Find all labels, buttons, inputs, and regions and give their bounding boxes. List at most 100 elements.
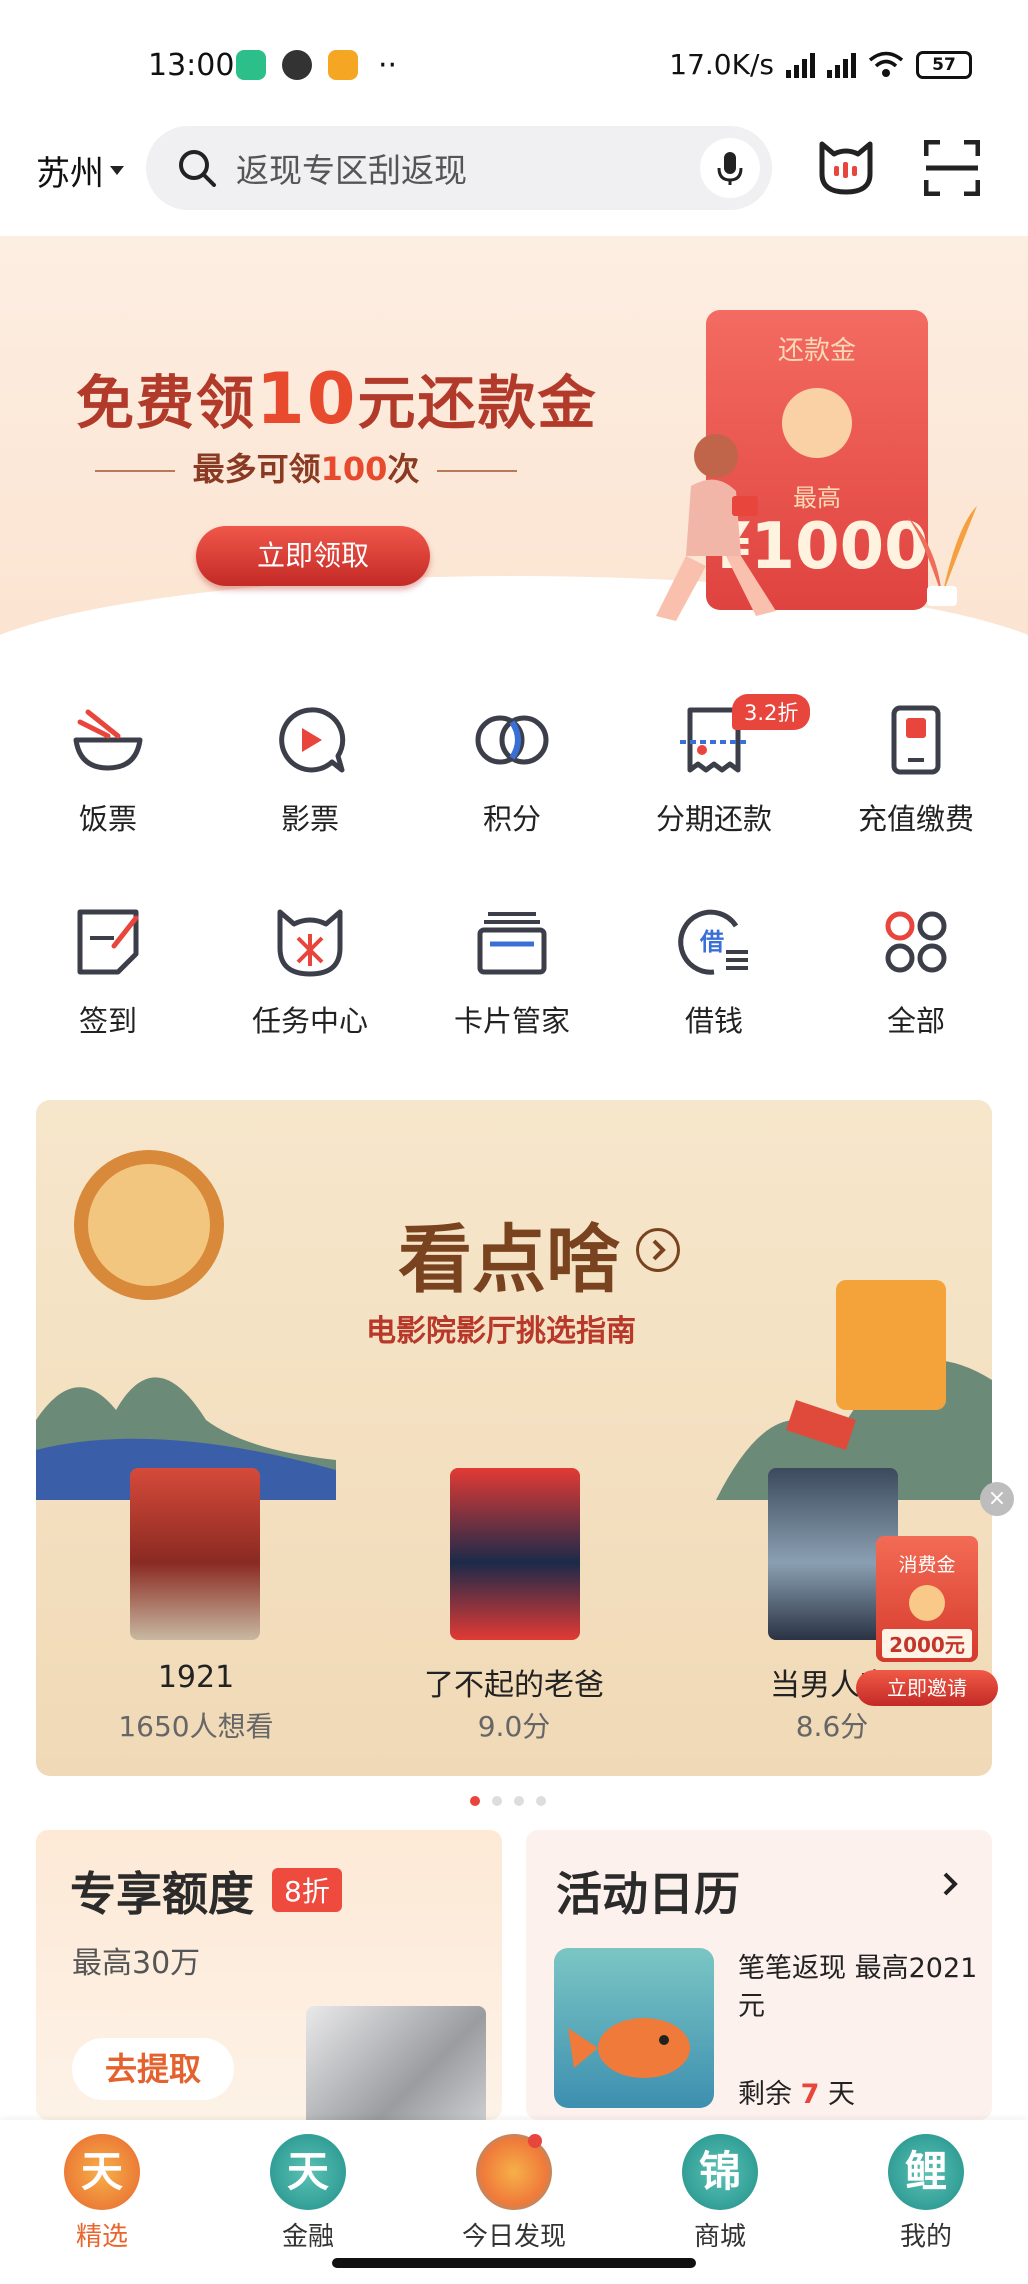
- grid-item-movie-ticket[interactable]: 影票: [210, 702, 410, 838]
- movie-name: 1921: [157, 1660, 235, 1695]
- movie-guide-title: 看点啥: [398, 1217, 620, 1303]
- grid-item-card-manager[interactable]: 卡片管家: [412, 904, 612, 1040]
- wifi-icon: [868, 51, 904, 77]
- search-placeholder: 返现专区刮返现: [236, 151, 467, 190]
- activity-calendar-card[interactable]: 活动日历 笔笔返现 最高2021元 剩余 7 天: [526, 1830, 992, 2120]
- grid-item-borrow[interactable]: 借 借钱: [614, 904, 814, 1040]
- quota-discount-badge: 8折: [272, 1868, 342, 1912]
- signal-icon: [786, 52, 815, 78]
- discover-tab-icon: [476, 2134, 552, 2210]
- poster-1921[interactable]: [130, 1468, 260, 1640]
- tab-label: 我的: [899, 2222, 952, 2252]
- quota-subtitle: 最高30万: [72, 1946, 201, 1981]
- tab-finance[interactable]: 天 金融: [238, 2134, 378, 2253]
- grid-item-top-up[interactable]: 充值缴费: [816, 702, 1016, 838]
- grid-label: 全部: [886, 1004, 945, 1038]
- grid-label: 签到: [78, 1004, 137, 1038]
- close-float-button[interactable]: ×: [980, 1482, 1014, 1516]
- plant-decoration: [907, 506, 977, 606]
- microphone-icon: [717, 152, 743, 185]
- calendar-title: 活动日历: [556, 1867, 740, 1921]
- cat-coin-icon: [782, 388, 852, 458]
- cards-icon: [477, 912, 547, 975]
- movie-name: 了不起的老爸: [424, 1668, 604, 1703]
- calendar-description: 笔笔返现 最高2021元: [738, 1953, 978, 2022]
- movie-guide-subtitle: 电影院影厅挑选指南: [366, 1314, 636, 1349]
- movie-guide-card[interactable]: 看点啥 电影院影厅挑选指南 1921 1650人想看 了不起的老爸 9.0分 当…: [36, 1100, 992, 1776]
- status-bar: 13:00 ·· 17.0K/s 57: [0, 0, 1028, 120]
- grid-label: 借钱: [684, 1004, 743, 1038]
- movie-meta: 8.6分: [795, 1710, 869, 1743]
- person-illustration: [656, 434, 776, 621]
- calendar-remaining: 剩余 7 天: [738, 2079, 855, 2110]
- city-label: 苏州: [36, 154, 104, 194]
- withdraw-button[interactable]: 去提取: [72, 2038, 234, 2100]
- mall-tab-icon: 锦: [682, 2134, 758, 2210]
- float-title: 消费金: [898, 1554, 956, 1576]
- battery-icon: 57: [916, 50, 972, 79]
- grid-label: 分期还款: [655, 802, 772, 836]
- all-apps-icon: [885, 911, 947, 973]
- carousel-indicator: [470, 1796, 546, 1806]
- tab-mine[interactable]: 鲤 我的: [856, 2134, 996, 2253]
- grid-label: 影票: [280, 802, 339, 836]
- phone-yuan-icon: [891, 705, 941, 775]
- city-selector[interactable]: 苏州: [36, 146, 124, 195]
- tab-label: 商城: [693, 2222, 746, 2252]
- float-consumer-credit[interactable]: 消费金 2000元: [876, 1536, 978, 1662]
- grid-item-points[interactable]: 积分: [412, 702, 612, 838]
- points-icon: [475, 715, 549, 765]
- credit-card-image: [306, 2006, 486, 2120]
- home-indicator[interactable]: [332, 2258, 696, 2268]
- grid-label: 任务中心: [251, 1004, 368, 1038]
- float-amount: 2000元: [882, 1629, 972, 1658]
- grid-label: 充值缴费: [857, 802, 974, 836]
- borrow-icon: 借: [678, 909, 748, 975]
- chevron-right-icon[interactable]: [936, 1866, 966, 1911]
- claim-now-button[interactable]: 立即领取: [196, 526, 430, 586]
- mine-tab-icon: 鲤: [888, 2134, 964, 2210]
- poster-great-dad[interactable]: [450, 1468, 580, 1640]
- grid-item-meal-ticket[interactable]: 饭票: [8, 702, 208, 838]
- coin-icon: [909, 1585, 945, 1621]
- caret-down-icon: [110, 166, 124, 175]
- grid-item-task-center[interactable]: 任务中心: [210, 904, 410, 1040]
- quota-title: 专享额度: [70, 1867, 254, 1921]
- cat-reward-icon: [277, 909, 343, 977]
- finance-tab-icon: 天: [270, 2134, 346, 2210]
- grid-item-all[interactable]: 全部: [816, 904, 1016, 1040]
- tab-featured[interactable]: 天 精选: [32, 2134, 172, 2253]
- svg-text:借: 借: [699, 928, 724, 956]
- mountain-illustration-right: [716, 1280, 992, 1500]
- grid-item-check-in[interactable]: 签到: [8, 904, 208, 1040]
- search-bar[interactable]: 返现专区刮返现: [146, 126, 772, 210]
- discount-badge: 3.2折: [732, 694, 811, 730]
- notes-app-icon: [328, 50, 358, 80]
- search-icon: [179, 150, 216, 187]
- featured-tab-icon: 天: [64, 2134, 140, 2210]
- tab-label: 精选: [75, 2222, 128, 2252]
- cat-assistant-icon[interactable]: [814, 134, 878, 198]
- grid-label: 卡片管家: [453, 1004, 570, 1038]
- net-speed: 17.0K/s: [669, 48, 774, 81]
- scan-icon[interactable]: [924, 140, 980, 196]
- arrow-right-icon[interactable]: [636, 1228, 680, 1272]
- tab-discover[interactable]: 今日发现: [444, 2134, 584, 2253]
- exclusive-quota-card[interactable]: 专享额度 8折 最高30万 去提取: [36, 1830, 502, 2120]
- tab-label: 金融: [281, 2222, 334, 2252]
- tab-mall[interactable]: 锦 商城: [650, 2134, 790, 2253]
- notification-dot: [528, 2134, 542, 2148]
- play-bubble-icon: [279, 707, 346, 773]
- invite-now-button[interactable]: 立即邀请: [856, 1670, 998, 1706]
- koi-illustration: [554, 1948, 714, 2108]
- grid-item-installment[interactable]: 3.2折 分期还款: [614, 694, 814, 838]
- bowl-icon: [73, 709, 143, 771]
- promo-banner[interactable]: 免费领10元还款金 最多可领100次 立即领取 还款金 最高 ¥1000: [0, 236, 1028, 666]
- shield-app-icon: [236, 50, 266, 80]
- more-notifications: ··: [378, 48, 398, 83]
- voice-search-button[interactable]: [700, 138, 760, 198]
- sign-in-icon: [77, 909, 139, 975]
- penguin-app-icon: [282, 50, 312, 80]
- banner-title: 免费领10元还款金: [76, 358, 598, 440]
- grid-label: 积分: [482, 802, 541, 836]
